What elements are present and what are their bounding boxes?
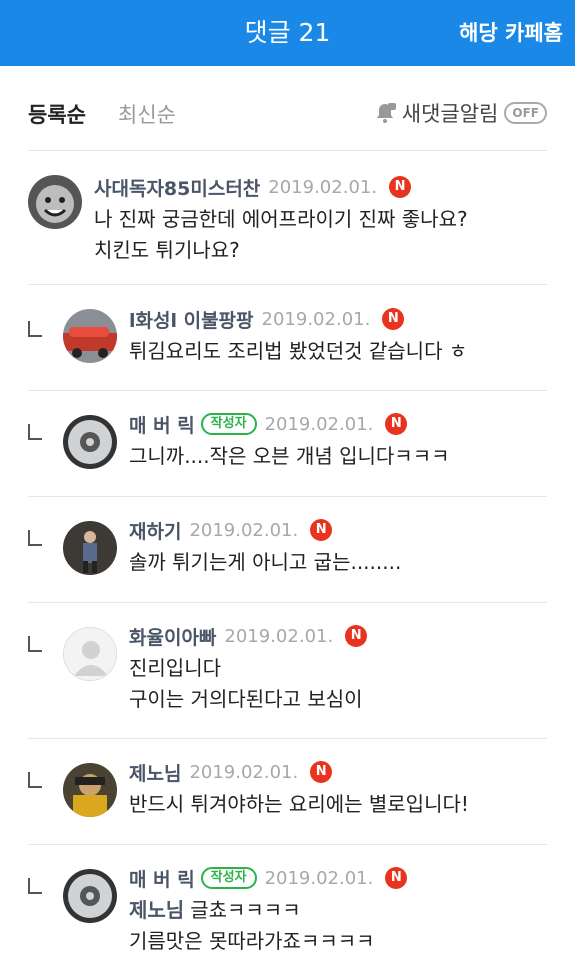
cafe-home-link[interactable]: 해당 카페홈	[459, 0, 563, 66]
wheel-photo-icon	[63, 869, 117, 923]
user-photo-icon	[28, 175, 82, 229]
comment-author[interactable]: l화성l 이불팡팡	[129, 306, 254, 333]
header-bar: 댓글 21 해당 카페홈	[0, 0, 575, 66]
comment-line: 제노님 글쵸ㅋㅋㅋㅋ	[129, 895, 547, 926]
new-badge: N	[385, 867, 408, 889]
comment-line: 치킨도 튀기나요?	[94, 238, 240, 262]
new-badge: N	[389, 176, 412, 198]
comment-line: 그니까....작은 오븐 개념 입니다ㅋㅋㅋ	[129, 444, 450, 468]
comment-date: 2019.02.01.	[268, 176, 378, 198]
sort-newest-tab[interactable]: 최신순	[118, 99, 176, 129]
comment-text: 그니까....작은 오븐 개념 입니다ㅋㅋㅋ	[129, 441, 547, 472]
reply-item: 화율이아빠 2019.02.01. N 진리입니다 구이는 거의다된다고 보심이	[28, 603, 547, 739]
comment-text: 튀김요리도 조리법 봤었던것 같습니다 ㅎ	[129, 336, 547, 367]
comment-line: 튀김요리도 조리법 봤었던것 같습니다 ㅎ	[129, 339, 468, 363]
reply-arrow-icon	[28, 424, 42, 440]
mention-tag[interactable]: 제노님	[129, 898, 184, 922]
comment-line: 기름맛은 못따라가죠ㅋㅋㅋㅋ	[129, 929, 375, 953]
comment-line: 나 진짜 궁금한데 에어프라이기 진짜 좋나요?	[94, 207, 468, 231]
comment-author[interactable]: 매 버 릭	[129, 865, 195, 892]
new-badge: N	[382, 308, 405, 330]
wheel-photo-icon	[63, 415, 117, 469]
reply-arrow-icon	[28, 530, 42, 546]
avatar[interactable]	[63, 763, 117, 817]
user-photo-icon	[63, 309, 117, 363]
comment-text: 나 진짜 궁금한데 에어프라이기 진짜 좋나요? 치킨도 튀기나요?	[94, 204, 547, 266]
new-badge: N	[345, 625, 368, 647]
reply-arrow-icon	[28, 772, 42, 788]
alarm-label: 새댓글알림	[401, 102, 499, 126]
comment-author[interactable]: 제노님	[129, 759, 181, 786]
comment-text: 솔까 튀기는게 아니고 굽는........	[129, 547, 547, 578]
reply-arrow-icon	[28, 878, 42, 894]
sort-bar: 등록순 최신순 새댓글알림 OFF	[28, 66, 547, 151]
reply-item: 매 버 릭 작성자 2019.02.01. N 그니까....작은 오븐 개념 …	[28, 391, 547, 497]
avatar[interactable]	[63, 521, 117, 575]
user-photo-icon	[63, 763, 117, 817]
avatar[interactable]	[28, 175, 82, 229]
avatar[interactable]	[63, 415, 117, 469]
author-badge: 작성자	[200, 867, 257, 889]
comment-date: 2019.02.01.	[264, 867, 374, 889]
bell-icon	[376, 103, 396, 123]
comment-date: 2019.02.01.	[224, 625, 334, 647]
reply-arrow-icon	[28, 321, 42, 337]
comment-author[interactable]: 매 버 릭	[129, 411, 195, 438]
reply-item: 제노님 2019.02.01. N 반드시 튀겨야하는 요리에는 별로입니다!	[28, 739, 547, 845]
comment-date: 2019.02.01.	[189, 519, 299, 541]
comment-line: 구이는 거의다된다고 보심이	[129, 687, 363, 711]
user-photo-icon	[63, 521, 117, 575]
avatar[interactable]	[63, 309, 117, 363]
comment-author[interactable]: 재하기	[129, 517, 181, 544]
comment-text: 제노님 글쵸ㅋㅋㅋㅋ 기름맛은 못따라가죠ㅋㅋㅋㅋ	[129, 895, 547, 957]
new-badge: N	[310, 519, 333, 541]
comment-item: 사대독자85미스터찬 2019.02.01. N 나 진짜 궁금한데 에어프라이…	[28, 151, 547, 285]
comment-date: 2019.02.01.	[261, 308, 371, 330]
new-badge: N	[310, 761, 333, 783]
comment-line: 솔까 튀기는게 아니고 굽는........	[129, 550, 402, 574]
reply-item: 재하기 2019.02.01. N 솔까 튀기는게 아니고 굽는........	[28, 497, 547, 603]
comment-line-text: 글쵸ㅋㅋㅋㅋ	[190, 898, 301, 922]
sort-registered-tab[interactable]: 등록순	[28, 99, 86, 129]
comment-author[interactable]: 사대독자85미스터찬	[94, 174, 260, 201]
new-comment-alarm[interactable]: 새댓글알림 OFF	[373, 98, 547, 128]
comment-text: 반드시 튀겨야하는 요리에는 별로입니다!	[129, 789, 547, 820]
comment-author[interactable]: 화율이아빠	[129, 623, 216, 650]
avatar[interactable]	[63, 869, 117, 923]
comment-line: 진리입니다	[129, 656, 221, 680]
comment-date: 2019.02.01.	[189, 761, 299, 783]
comment-text: 진리입니다 구이는 거의다된다고 보심이	[129, 653, 547, 715]
reply-arrow-icon	[28, 636, 42, 652]
reply-item: l화성l 이불팡팡 2019.02.01. N 튀김요리도 조리법 봤었던것 같…	[28, 285, 547, 391]
author-badge: 작성자	[200, 413, 257, 435]
new-badge: N	[385, 413, 408, 435]
alarm-toggle[interactable]: OFF	[504, 102, 547, 124]
avatar[interactable]	[63, 627, 117, 681]
comment-date: 2019.02.01.	[264, 413, 374, 435]
comment-line: 반드시 튀겨야하는 요리에는 별로입니다!	[129, 792, 469, 816]
default-profile-icon	[64, 628, 116, 680]
comment-list: 사대독자85미스터찬 2019.02.01. N 나 진짜 궁금한데 에어프라이…	[28, 151, 547, 980]
